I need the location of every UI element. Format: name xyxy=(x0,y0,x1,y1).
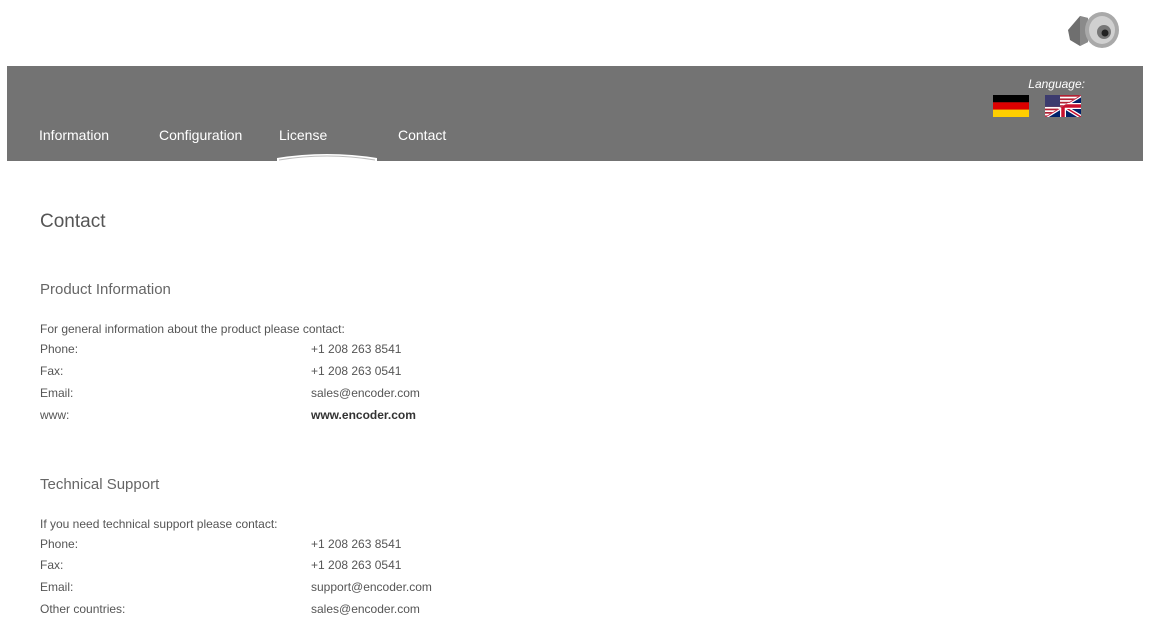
contact-row: Fax: +1 208 263 0541 xyxy=(40,364,540,383)
website-link[interactable]: www.encoder.com xyxy=(311,408,416,422)
german-flag-icon[interactable] xyxy=(993,95,1029,117)
row-label: Email: xyxy=(40,386,74,400)
sales-email-link[interactable]: sales@encoder.com xyxy=(311,386,420,400)
nav-item-configuration[interactable]: Configuration xyxy=(159,127,242,143)
contact-row: Email: support@encoder.com xyxy=(40,580,540,599)
row-label: Phone: xyxy=(40,537,79,551)
row-label: Fax: xyxy=(40,558,64,572)
section-title-technical-support: Technical Support xyxy=(40,476,160,493)
active-tab-indicator xyxy=(277,154,377,161)
row-value: +1 208 263 8541 xyxy=(311,537,402,551)
contact-row: Phone: +1 208 263 8541 xyxy=(40,342,540,361)
nav-item-contact[interactable]: Contact xyxy=(398,127,446,143)
row-label: Email: xyxy=(40,580,74,594)
row-value: +1 208 263 0541 xyxy=(311,364,402,378)
section-intro: For general information about the produc… xyxy=(40,322,345,336)
row-value: +1 208 263 0541 xyxy=(311,558,402,572)
page-title: Contact xyxy=(40,211,106,232)
contact-row: Other countries: sales@encoder.com xyxy=(40,602,540,621)
other-countries-email-link[interactable]: sales@encoder.com xyxy=(311,602,420,616)
section-title-product-information: Product Information xyxy=(40,281,171,298)
language-label: Language: xyxy=(1028,77,1085,91)
row-label: www: xyxy=(40,408,70,422)
contact-row: Phone: +1 208 263 8541 xyxy=(40,537,540,556)
support-email-link[interactable]: support@encoder.com xyxy=(311,580,432,594)
contact-row: www: www.encoder.com xyxy=(40,408,540,427)
row-label: Fax: xyxy=(40,364,64,378)
nav-item-license[interactable]: License xyxy=(279,127,327,143)
page: Information Configuration License Contac… xyxy=(0,0,1150,625)
main-navbar: Information Configuration License Contac… xyxy=(7,66,1143,161)
rotary-encoder-image xyxy=(1068,12,1119,48)
contact-row: Fax: +1 208 263 0541 xyxy=(40,558,540,577)
row-label: Other countries: xyxy=(40,602,126,616)
row-value: +1 208 263 8541 xyxy=(311,342,402,356)
uk-us-flag-icon[interactable] xyxy=(1045,95,1081,117)
row-label: Phone: xyxy=(40,342,79,356)
contact-row: Email: sales@encoder.com xyxy=(40,386,540,405)
nav-item-information[interactable]: Information xyxy=(39,127,109,143)
section-intro: If you need technical support please con… xyxy=(40,517,278,531)
